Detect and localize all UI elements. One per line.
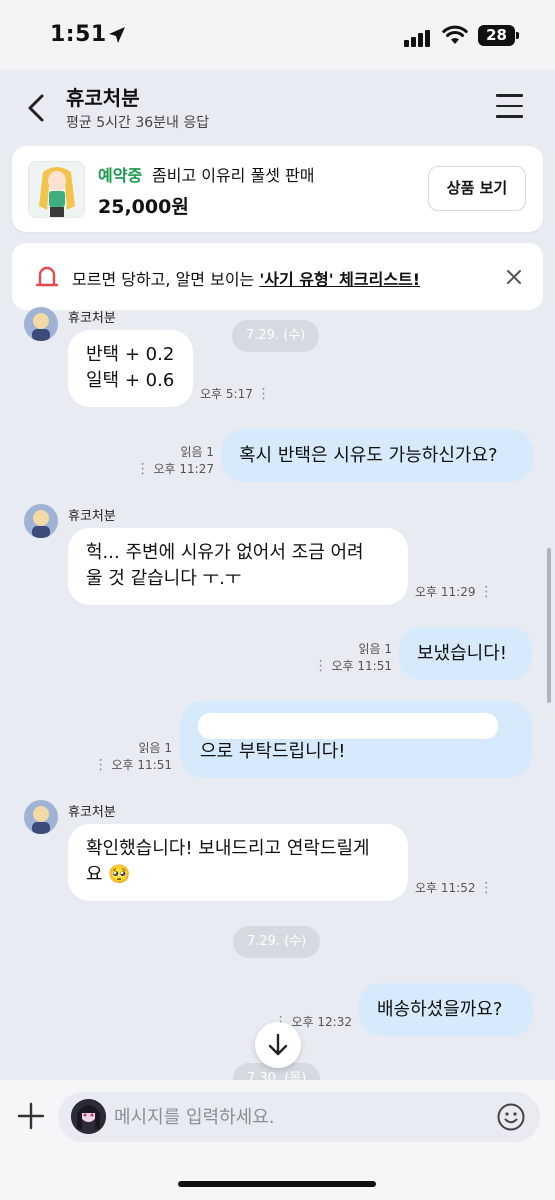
message-time: 오후 11:51: [331, 659, 392, 673]
message-line: 울 것 같습니다 ㅜ.ㅜ: [86, 568, 242, 589]
more-options-icon[interactable]: ⋮: [136, 461, 150, 477]
status-time: 1:51: [50, 22, 107, 47]
product-thumbnail: [28, 161, 85, 218]
message-time: 오후 11:52: [415, 881, 476, 895]
message-input[interactable]: [114, 1097, 484, 1137]
back-arrow-icon[interactable]: [24, 93, 48, 123]
location-arrow-icon: [109, 27, 125, 43]
battery-indicator: 28: [478, 25, 519, 46]
chat-partner-name: 휴코처분: [66, 86, 140, 110]
product-title: 좀비고 이유리 풀셋 판매: [152, 166, 315, 185]
sender-name: 휴코처분: [68, 311, 116, 326]
more-options-icon[interactable]: ⋮: [94, 757, 108, 773]
message-bubble-incoming[interactable]: 반택 + 0.2 일택 + 0.6: [68, 330, 193, 407]
profile-avatar[interactable]: [71, 1099, 106, 1134]
hamburger-menu-icon[interactable]: [496, 94, 523, 118]
message-bubble-incoming[interactable]: 헉... 주변에 시유가 없어서 조금 어려 울 것 같습니다 ㅜ.ㅜ: [68, 528, 408, 605]
message-bubble-outgoing[interactable]: 배송하셨을까요?: [359, 983, 533, 1036]
product-price: 25,000원: [98, 196, 189, 218]
close-icon[interactable]: [505, 268, 523, 286]
message-meta: 오후 11:52 ⋮: [415, 880, 493, 897]
message-meta: 오후 5:17 ⋮: [200, 386, 271, 403]
message-time: 오후 5:17: [200, 387, 253, 401]
avatar[interactable]: [24, 504, 58, 538]
message-meta: 읽음 1 ⋮ 오후 11:51: [92, 740, 172, 774]
more-options-icon[interactable]: ⋮: [479, 584, 493, 600]
scrollbar[interactable]: [547, 548, 551, 703]
scroll-to-bottom-button[interactable]: [255, 1022, 301, 1068]
more-options-icon[interactable]: ⋮: [257, 386, 271, 402]
date-divider: 7.29. (수): [233, 926, 321, 958]
avatar[interactable]: [24, 800, 58, 834]
more-options-icon[interactable]: ⋮: [479, 880, 493, 896]
message-time: 오후 11:51: [111, 758, 172, 772]
notice-text[interactable]: 모르면 당하고, 알면 보이는 '사기 유형' 체크리스트!: [72, 266, 420, 290]
notice-link[interactable]: '사기 유형' 체크리스트!: [259, 270, 420, 289]
product-status-badge: 예약중: [98, 166, 143, 185]
message-line: 요 🥺: [86, 864, 131, 885]
read-receipt: 읽음 1: [180, 445, 214, 459]
more-options-icon[interactable]: ⋮: [314, 658, 328, 674]
sender-name: 휴코처분: [68, 509, 116, 524]
message-line: 확인했습니다! 보내드리고 연락드릴게: [86, 838, 370, 859]
wifi-icon: [442, 25, 468, 44]
view-product-button[interactable]: 상품 보기: [428, 166, 526, 211]
message-bubble-incoming[interactable]: 확인했습니다! 보내드리고 연락드릴게 요 🥺: [68, 824, 408, 901]
message-line: 으로 부탁드립니다!: [200, 741, 346, 762]
message-meta: 읽음 1 ⋮ 오후 11:27: [130, 444, 214, 478]
message-time: 오후 11:29: [415, 585, 476, 599]
date-divider: 7.29. (수): [232, 320, 320, 352]
message-bubble-outgoing[interactable]: 으로 부탁드립니다!: [180, 701, 532, 778]
read-receipt: 읽음 1: [138, 741, 172, 755]
sender-name: 휴코처분: [68, 805, 116, 820]
alarm-siren-icon: [35, 266, 59, 287]
emoji-icon[interactable]: [496, 1102, 526, 1132]
avatar[interactable]: [24, 307, 58, 341]
message-bubble-outgoing[interactable]: 보냈습니다!: [399, 627, 532, 680]
plus-icon[interactable]: [16, 1101, 46, 1131]
message-time: 오후 11:27: [153, 462, 214, 476]
arrow-down-icon: [268, 1033, 288, 1056]
response-time-label: 평균 5시간 36분내 응답: [66, 115, 210, 131]
signal-icon: [404, 28, 432, 47]
message-meta: 오후 11:29 ⋮: [415, 584, 493, 601]
message-line: 반택 + 0.2: [86, 344, 175, 365]
redacted-text: [198, 713, 498, 739]
message-meta: 읽음 1 ⋮ 오후 11:51: [312, 641, 392, 675]
message-line: 헉... 주변에 시유가 없어서 조금 어려: [86, 542, 364, 563]
read-receipt: 읽음 1: [358, 642, 392, 656]
message-line: 일택 + 0.6: [86, 370, 175, 391]
home-indicator: [178, 1181, 376, 1187]
message-bubble-outgoing[interactable]: 혹시 반택은 시유도 가능하신가요?: [221, 429, 533, 482]
notice-prefix: 모르면 당하고, 알면 보이는: [72, 270, 260, 289]
